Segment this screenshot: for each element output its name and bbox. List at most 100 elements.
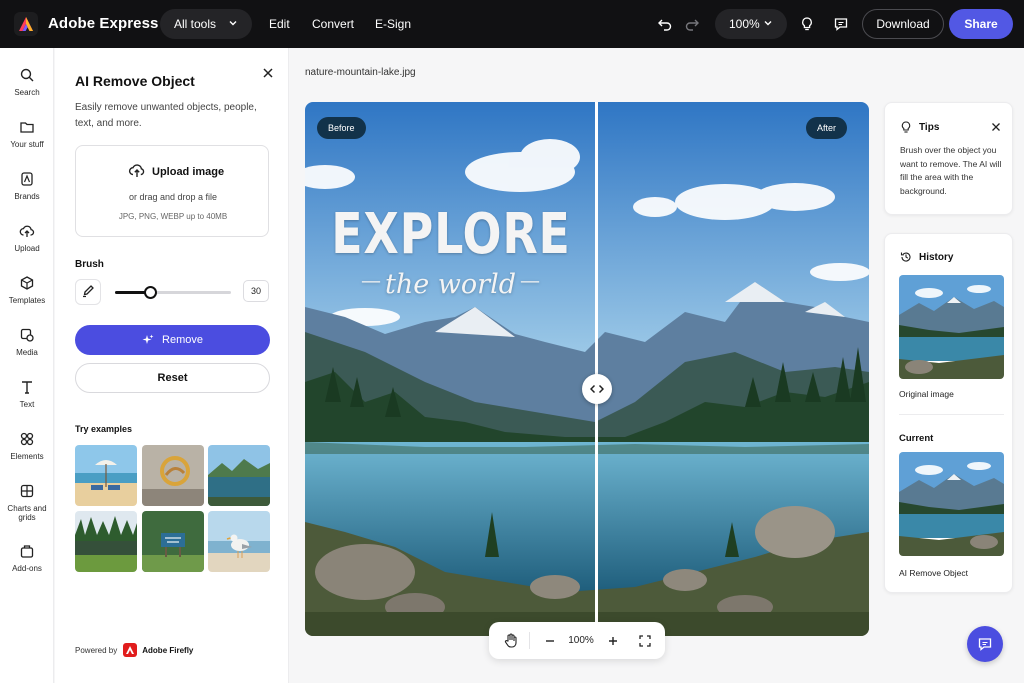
redo-icon[interactable] — [682, 14, 702, 34]
elements-icon — [17, 429, 37, 449]
chat-icon — [977, 636, 993, 652]
adobe-express-logo-icon[interactable] — [14, 12, 38, 36]
remove-button[interactable]: Remove — [75, 325, 270, 355]
after-tag: After — [806, 117, 848, 139]
reset-button[interactable]: Reset — [75, 363, 270, 393]
hand-icon[interactable] — [502, 632, 520, 649]
upload-image-button[interactable]: Upload image — [128, 162, 224, 181]
rail-item-your-stuff[interactable]: Your stuff — [0, 117, 54, 149]
search-icon — [17, 65, 37, 85]
zoom-level: 100% — [729, 17, 760, 31]
brush-tool-button[interactable] — [75, 279, 101, 305]
history-thumb-current[interactable] — [899, 452, 1004, 556]
history-icon — [900, 251, 912, 263]
example-thumb-seagull[interactable] — [208, 511, 270, 572]
zoom-dropdown[interactable]: 100% — [715, 9, 787, 39]
panel-description: Easily remove unwanted objects, people, … — [75, 102, 257, 129]
rail-item-upload[interactable]: Upload — [0, 221, 54, 253]
compare-divider[interactable] — [595, 102, 598, 636]
brush-icon — [81, 284, 95, 301]
zoom-in-icon[interactable] — [604, 632, 622, 649]
media-icon — [17, 325, 37, 345]
example-thumb-beach-umbrella[interactable] — [75, 445, 137, 506]
undo-icon[interactable] — [655, 14, 675, 34]
rail-item-templates[interactable]: Templates — [0, 273, 54, 305]
history-current-label: AI Remove Object — [899, 568, 968, 578]
brand-icon — [17, 169, 37, 189]
tips-header: Tips — [900, 121, 939, 134]
brush-size-slider[interactable] — [115, 286, 231, 299]
rail-item-media[interactable]: Media — [0, 325, 54, 357]
compare-handle[interactable] — [582, 374, 612, 404]
tips-card: Tips Brush over the object you want to r… — [884, 102, 1013, 215]
nav-edit[interactable]: Edit — [269, 17, 290, 31]
charts-icon — [17, 481, 37, 501]
rail-label: Add-ons — [12, 564, 42, 573]
chat-assistant-button[interactable] — [967, 626, 1003, 662]
chevron-down-icon — [228, 17, 238, 31]
rail-item-search[interactable]: Search — [0, 65, 54, 97]
example-thumb-green-fence[interactable] — [75, 511, 137, 572]
upload-icon — [17, 221, 37, 241]
all-tools-label: All tools — [174, 17, 217, 31]
adobe-logo-icon — [123, 643, 138, 657]
upload-drag-hint: or drag and drop a file — [128, 192, 218, 202]
rail-label: Charts and grids — [7, 504, 47, 522]
close-icon[interactable] — [261, 66, 275, 80]
before-after-canvas[interactable]: EXPLORE — the world — Before After — [305, 102, 869, 636]
upload-dropzone[interactable]: Upload image or drag and drop a file JPG… — [75, 145, 269, 237]
close-icon[interactable] — [991, 121, 1001, 131]
text-icon — [17, 377, 37, 397]
example-thumb-park-sign[interactable] — [142, 511, 204, 572]
powered-by-name: Adobe Firefly — [142, 645, 194, 655]
history-divider — [899, 414, 1004, 415]
rail-label: Upload — [14, 244, 40, 253]
left-rail: Search Your stuff Brands Upload Template… — [0, 48, 54, 683]
rail-label: Media — [16, 348, 38, 357]
powered-by-label: Powered by — [75, 645, 118, 655]
rail-label: Your stuff — [10, 140, 44, 149]
zoom-out-icon[interactable] — [541, 632, 559, 649]
rail-label: Elements — [10, 452, 44, 461]
try-examples-label: Try examples — [75, 424, 133, 434]
rail-item-brands[interactable]: Brands — [0, 169, 54, 201]
upload-file-types: JPG, PNG, WEBP up to 40MB — [118, 212, 228, 221]
tips-body: Brush over the object you want to remove… — [900, 145, 1002, 196]
fit-screen-icon[interactable] — [636, 632, 654, 649]
share-button[interactable]: Share — [949, 9, 1013, 39]
arrows-horizontal-icon — [590, 384, 604, 394]
rail-item-text[interactable]: Text — [0, 377, 54, 409]
panel-title: AI Remove Object — [75, 73, 195, 89]
brush-size-value[interactable]: 30 — [243, 280, 269, 302]
comment-icon[interactable] — [831, 14, 851, 34]
document-filename: nature-mountain-lake.jpg — [305, 67, 416, 78]
canvas-zoom-level: 100% — [568, 635, 594, 646]
remove-label: Remove — [162, 334, 203, 346]
tips-title: Tips — [919, 122, 940, 133]
rail-item-addons[interactable]: Add-ons — [0, 541, 54, 573]
addons-icon — [17, 541, 37, 561]
brush-label: Brush — [75, 259, 104, 270]
nav-esign[interactable]: E-Sign — [375, 17, 411, 31]
brush-slider-knob[interactable] — [143, 286, 157, 299]
upload-image-label: Upload image — [152, 165, 225, 178]
canvas-zoom-bar: 100% — [489, 622, 665, 659]
all-tools-dropdown[interactable]: All tools — [160, 9, 252, 39]
rail-label: Templates — [8, 296, 46, 305]
rail-label: Text — [19, 400, 35, 409]
history-thumb-original[interactable] — [899, 275, 1004, 379]
before-tag: Before — [317, 117, 366, 139]
lightbulb-icon[interactable] — [797, 14, 817, 34]
history-original-label: Original image — [899, 389, 954, 399]
rail-item-elements[interactable]: Elements — [0, 429, 54, 461]
rail-item-charts[interactable]: Charts and grids — [0, 481, 54, 522]
nav-convert[interactable]: Convert — [312, 17, 354, 31]
history-card: History Original image Current AI Remove… — [884, 233, 1013, 593]
example-thumb-mountain-lake[interactable] — [208, 445, 270, 506]
download-button[interactable]: Download — [862, 9, 944, 39]
history-current-title: Current — [899, 433, 934, 444]
remove-object-panel: AI Remove Object Easily remove unwanted … — [55, 48, 289, 683]
example-thumb-graffiti-wall[interactable] — [142, 445, 204, 506]
overlay-title-text: EXPLORE — [331, 202, 571, 267]
folder-icon — [17, 117, 37, 137]
